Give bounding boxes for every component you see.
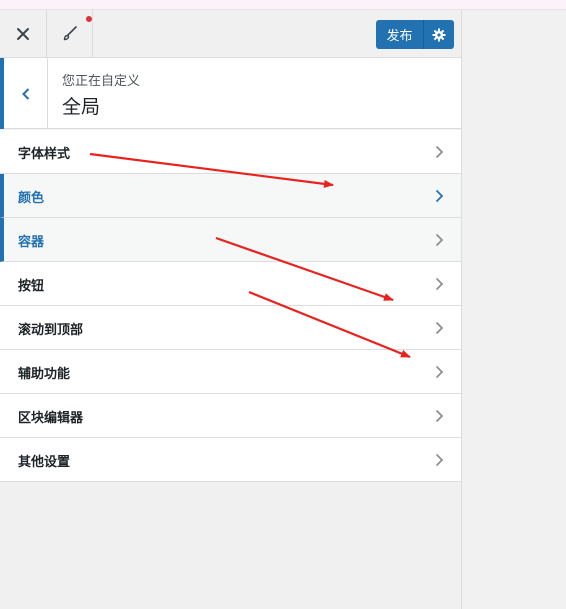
menu-item-label: 容器	[18, 235, 45, 250]
publish-settings-button[interactable]	[424, 20, 454, 49]
section-title: 全局	[62, 96, 101, 118]
chevron-left-icon	[21, 87, 29, 100]
menu-item-label: 字体样式	[18, 147, 71, 162]
menu-item-accessibility[interactable]: 辅助功能	[0, 350, 461, 394]
menu-item-block-editor[interactable]: 区块编辑器	[0, 394, 461, 438]
menu-item-colors[interactable]: 颜色	[0, 174, 461, 218]
chevron-right-icon	[435, 189, 444, 203]
customizer-header: 发布	[0, 10, 461, 58]
preview-area	[461, 10, 566, 609]
chevron-right-icon	[435, 321, 444, 335]
menu-item-label: 辅助功能	[18, 367, 71, 382]
menu-item-scroll-to-top[interactable]: 滚动到顶部	[0, 306, 461, 350]
chevron-right-icon	[435, 277, 444, 291]
menu-item-label: 区块编辑器	[18, 411, 84, 426]
menu-item-label: 颜色	[18, 191, 45, 206]
section-menu: 字体样式 颜色 容器 按钮 滚动到顶部 辅助功能 区块编辑器 其他设置	[0, 130, 461, 482]
close-button[interactable]	[0, 10, 47, 58]
gear-icon	[432, 28, 446, 41]
top-bar-strip	[0, 0, 566, 10]
customizer-panel: 发布 您正在自定义 全局 字体样式 颜色 容器 按钮 滚动到顶部 辅助功能 区块…	[0, 10, 461, 609]
paintbrush-icon	[63, 26, 77, 41]
notification-dot	[86, 16, 92, 22]
back-button[interactable]	[0, 58, 48, 129]
menu-item-container[interactable]: 容器	[0, 218, 461, 262]
menu-item-label: 滚动到顶部	[18, 323, 84, 338]
menu-item-buttons[interactable]: 按钮	[0, 262, 461, 306]
chevron-right-icon	[435, 233, 444, 247]
menu-item-typography[interactable]: 字体样式	[0, 130, 461, 174]
chevron-right-icon	[435, 145, 444, 159]
publish-group: 发布	[376, 20, 454, 49]
publish-button[interactable]: 发布	[376, 20, 424, 49]
breadcrumb: 您正在自定义	[62, 74, 141, 89]
chevron-right-icon	[435, 453, 444, 467]
menu-item-label: 按钮	[18, 279, 45, 294]
chevron-right-icon	[435, 409, 444, 423]
chevron-right-icon	[435, 365, 444, 379]
close-icon	[17, 28, 29, 40]
section-title-bar: 您正在自定义 全局	[0, 58, 461, 129]
menu-item-label: 其他设置	[18, 455, 71, 470]
menu-item-other-settings[interactable]: 其他设置	[0, 438, 461, 482]
